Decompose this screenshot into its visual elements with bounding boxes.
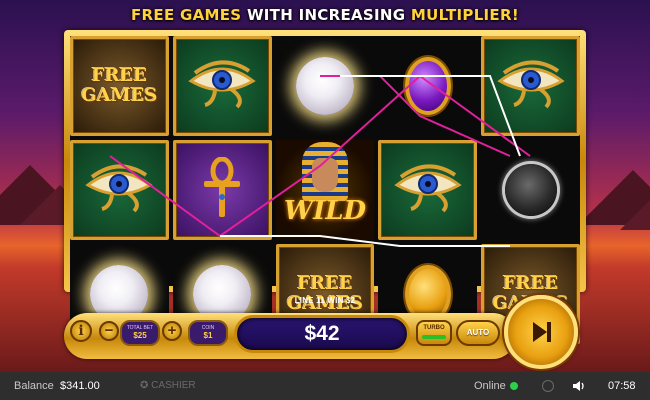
reels-grid[interactable]: FREEGAMESWILDFREEGAMESFREEGAMES xyxy=(70,36,580,344)
free-games-line-2: GAMES xyxy=(81,85,158,106)
coin-value: $1 xyxy=(203,331,213,340)
clock-time: 07:58 xyxy=(608,380,636,392)
free-games-symbol: FREEGAMES xyxy=(81,66,157,106)
online-label: Online xyxy=(474,380,506,392)
symbol-cell xyxy=(378,36,478,136)
eye-of-horus-icon xyxy=(496,59,566,114)
autoplay-button[interactable]: AUTO xyxy=(456,320,500,346)
symbol-cell xyxy=(172,36,272,136)
total-bet-display: TOTAL BET $25 xyxy=(120,320,160,346)
feature-banner: FREE GAMES WITH INCREASING MULTIPLIER! xyxy=(0,6,650,24)
coin-display[interactable]: COIN $1 xyxy=(188,320,228,346)
history-icon[interactable] xyxy=(542,380,554,392)
balance-value: $341.00 xyxy=(60,380,100,392)
free-games-line-1: FREE xyxy=(91,65,147,86)
cashier-button[interactable]: ✪ CASHIER xyxy=(140,380,196,391)
symbol-cell xyxy=(275,36,375,136)
pharaoh-face-icon xyxy=(311,158,338,192)
volume-icon[interactable] xyxy=(572,379,586,396)
symbol-cell xyxy=(481,140,580,240)
reels-frame: FREEGAMESWILDFREEGAMESFREEGAMES xyxy=(64,30,586,344)
play-skip-icon xyxy=(533,322,551,342)
pyramid-right-small xyxy=(620,190,650,230)
ankh-icon xyxy=(199,156,245,224)
black-orb-icon xyxy=(504,164,557,216)
online-status-icon xyxy=(510,382,518,390)
win-amount-display: $42 xyxy=(234,315,410,353)
turbo-indicator xyxy=(422,335,446,339)
eye-of-horus-icon xyxy=(84,163,154,218)
purple-gem-icon xyxy=(404,57,451,115)
banner-part-3: MULTIPLIER! xyxy=(410,6,519,24)
balance-label: Balance xyxy=(14,380,54,392)
white-orb-icon xyxy=(295,57,354,115)
symbol-cell xyxy=(378,140,478,240)
symbol-cell xyxy=(481,36,580,136)
eye-of-horus-icon xyxy=(393,163,463,218)
turbo-button[interactable]: TURBO xyxy=(416,320,452,346)
total-bet-value: $25 xyxy=(133,331,147,340)
banner-part-1: FREE GAMES xyxy=(131,6,247,24)
status-bar: Balance $341.00 ✪ CASHIER Online 07:58 xyxy=(0,372,650,400)
eye-of-horus-icon xyxy=(187,59,257,114)
wild-label: WILD xyxy=(283,196,367,226)
symbol-cell xyxy=(70,140,169,240)
decrease-bet-button[interactable]: − xyxy=(99,321,119,341)
free-games-line-1: FREE xyxy=(502,273,559,294)
banner-part-2: WITH INCREASING xyxy=(246,6,411,24)
increase-bet-button[interactable]: + xyxy=(162,321,182,341)
symbol-cell: FREEGAMES xyxy=(70,36,169,136)
free-games-symbol: FREEGAMES xyxy=(287,274,363,314)
turbo-label: TURBO xyxy=(423,325,445,331)
symbol-cell: WILD xyxy=(275,140,375,240)
symbol-cell xyxy=(172,140,272,240)
cashier-label: CASHIER xyxy=(151,380,196,391)
spin-button[interactable] xyxy=(504,295,578,369)
wild-symbol: WILD xyxy=(280,140,370,240)
info-button[interactable]: i xyxy=(70,320,92,342)
free-games-line-1: FREE xyxy=(297,273,353,294)
